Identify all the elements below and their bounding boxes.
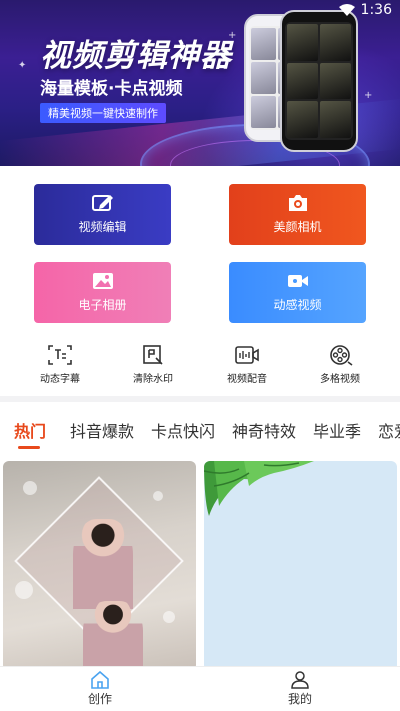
dynamic-subtitle-tool[interactable]: 动态字幕 xyxy=(20,344,100,385)
video-camera-icon xyxy=(287,275,308,287)
dynamic-video-label: 动感视频 xyxy=(273,298,322,312)
category-tabs: 热门 抖音爆款 卡点快闪 神奇特效 毕业季 恋爱 xyxy=(0,402,400,454)
multi-grid-video-tool[interactable]: 多格视频 xyxy=(300,344,380,385)
portrait-figure xyxy=(73,519,133,609)
subtitle-icon xyxy=(48,345,72,365)
active-tab-indicator xyxy=(18,446,40,449)
remove-watermark-label: 清除水印 xyxy=(133,374,173,385)
home-icon xyxy=(91,671,109,689)
tab-beat-flash[interactable]: 卡点快闪 xyxy=(151,418,215,442)
video-dubbing-tool[interactable]: 视频配音 xyxy=(207,344,287,385)
sparkle-icon: ✦ xyxy=(18,60,27,71)
tab-magic-effects[interactable]: 神奇特效 xyxy=(232,418,296,442)
template-thumbnail[interactable] xyxy=(3,461,196,671)
dubbing-icon xyxy=(235,346,259,364)
user-icon xyxy=(291,671,309,689)
video-dubbing-label: 视频配音 xyxy=(227,374,267,385)
video-edit-label: 视频编辑 xyxy=(78,220,127,234)
status-time: 1:36 xyxy=(360,2,392,18)
multi-grid-video-label: 多格视频 xyxy=(320,374,360,385)
remove-watermark-tool[interactable]: 清除水印 xyxy=(113,344,193,385)
bottom-navigation: 创作 我的 xyxy=(0,666,400,711)
tab-graduation[interactable]: 毕业季 xyxy=(313,418,361,442)
video-edit-button[interactable]: 视频编辑 xyxy=(34,184,171,245)
banner-title: 视频剪辑神器 xyxy=(40,38,232,74)
beauty-camera-label: 美颜相机 xyxy=(273,220,322,234)
beauty-camera-button[interactable]: 美颜相机 xyxy=(229,184,366,245)
banner-tagline: 精美视频一键快速制作 xyxy=(40,103,166,123)
film-reel-icon xyxy=(330,345,353,366)
photo-album-button[interactable]: 电子相册 xyxy=(34,262,171,323)
nav-create-label: 创作 xyxy=(87,692,112,706)
photo-icon xyxy=(92,273,113,289)
palm-leaf-image xyxy=(204,461,314,516)
nav-mine[interactable]: 我的 xyxy=(270,671,330,707)
phone-mockup-front xyxy=(280,10,358,152)
edit-icon xyxy=(91,195,113,211)
watermark-icon xyxy=(143,345,163,365)
banner-subtitle: 海量模板·卡点视频 xyxy=(40,79,183,99)
tab-hot[interactable]: 热门 xyxy=(14,418,46,442)
tab-douyin-hits[interactable]: 抖音爆款 xyxy=(70,418,134,442)
nav-mine-label: 我的 xyxy=(287,692,312,706)
tab-romance[interactable]: 恋爱 xyxy=(378,418,400,442)
nav-create[interactable]: 创作 xyxy=(70,671,130,707)
dynamic-video-button[interactable]: 动感视频 xyxy=(229,262,366,323)
wifi-icon xyxy=(338,4,355,16)
sparkle-icon: + xyxy=(364,90,373,101)
portrait-figure xyxy=(83,601,143,671)
dynamic-subtitle-label: 动态字幕 xyxy=(40,374,80,385)
camera-icon xyxy=(288,195,307,211)
template-thumbnail[interactable] xyxy=(204,461,397,671)
promo-banner[interactable]: ✦ + + 视频剪辑神器 海量模板·卡点视频 精美视频一键快速制作 1:36 xyxy=(0,0,400,166)
photo-album-label: 电子相册 xyxy=(78,298,127,312)
status-bar: 1:36 xyxy=(338,2,392,18)
